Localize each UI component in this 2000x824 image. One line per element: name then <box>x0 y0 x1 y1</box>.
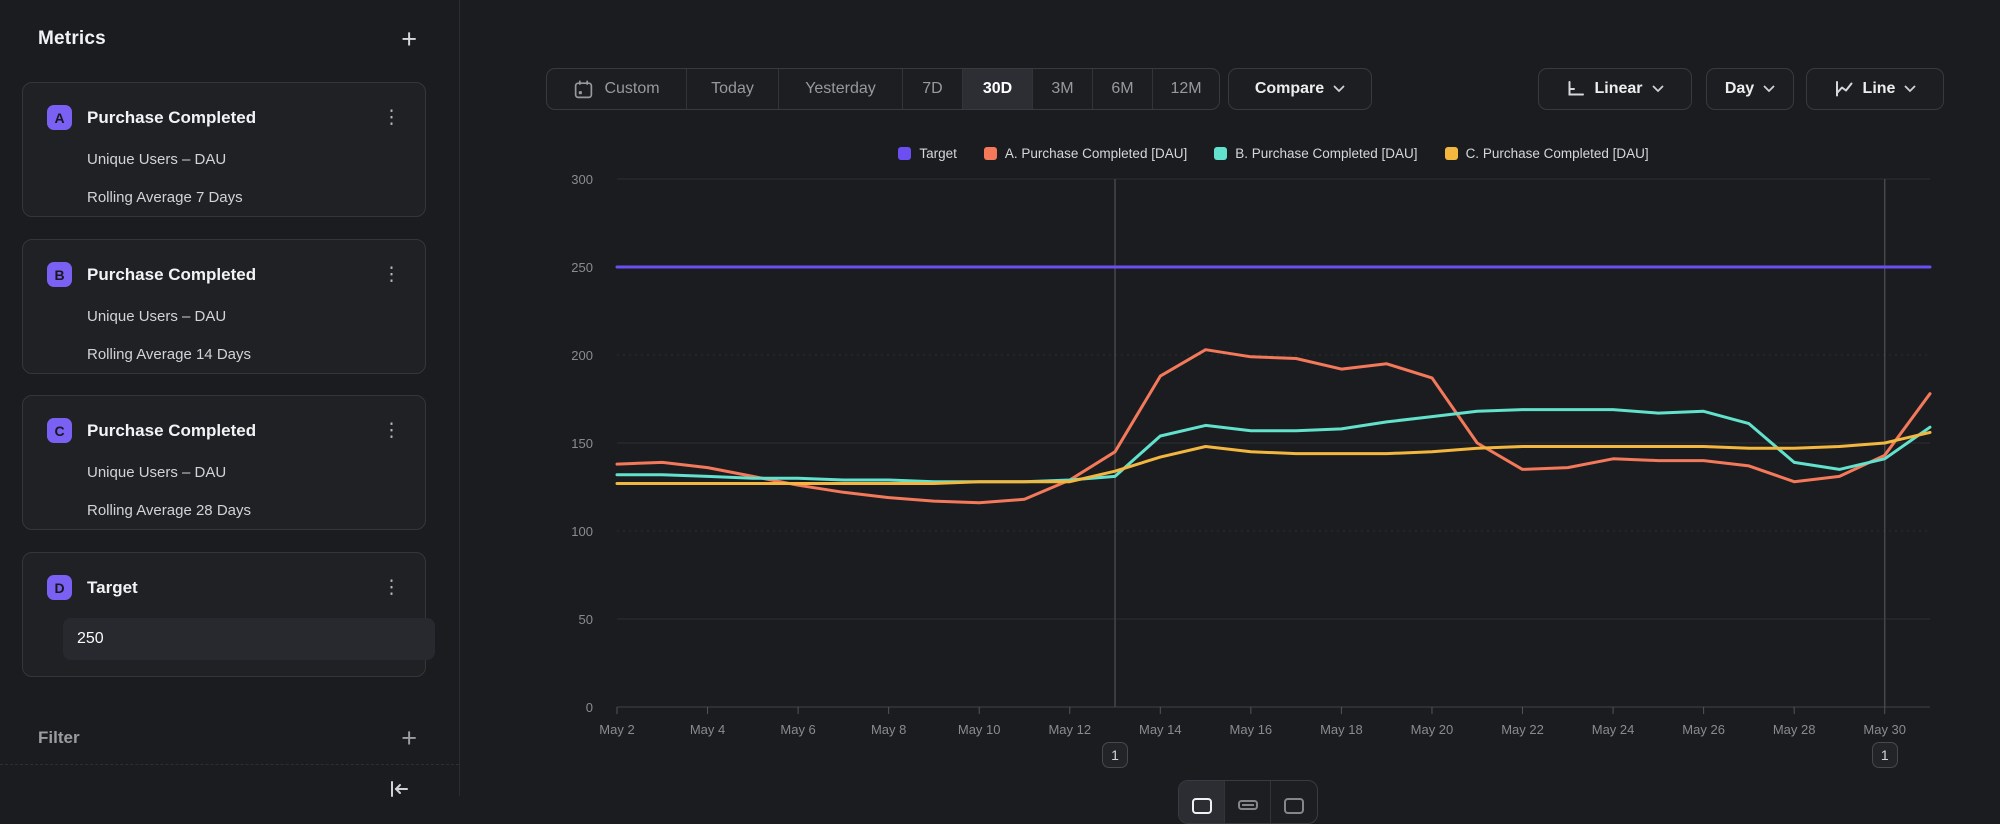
panel-outline-icon <box>1283 797 1305 815</box>
panel-large-icon <box>1191 797 1213 815</box>
metrics-header: Metrics + <box>38 28 419 50</box>
display-mode-chart-button[interactable] <box>1179 781 1225 823</box>
add-metric-button[interactable]: + <box>399 29 419 49</box>
add-filter-button[interactable]: + <box>399 728 419 748</box>
target-card[interactable]: D Target ⋮ <box>22 552 426 677</box>
x-tick-label: May 18 <box>1320 722 1363 737</box>
x-tick-label: May 20 <box>1411 722 1454 737</box>
x-tick-label: May 28 <box>1773 722 1816 737</box>
metric-transform: Rolling Average 7 Days <box>87 189 405 206</box>
annotation-badge[interactable]: 1 <box>1102 742 1128 768</box>
metrics-sidebar: Metrics + A Purchase Completed ⋮ Unique … <box>0 0 460 796</box>
kebab-menu-icon[interactable]: ⋮ <box>378 108 405 127</box>
y-tick-label: 100 <box>571 524 593 539</box>
x-tick-label: May 12 <box>1048 722 1091 737</box>
metric-badge-b: B <box>47 262 72 287</box>
series-line-bpurchasecom <box>617 410 1930 482</box>
y-tick-label: 200 <box>571 348 593 363</box>
metric-card-head: A Purchase Completed ⋮ <box>47 105 405 130</box>
y-tick-label: 0 <box>586 700 593 715</box>
target-title: Target <box>87 578 378 598</box>
x-tick-label: May 8 <box>871 722 906 737</box>
filter-section: Filter + <box>38 728 419 748</box>
x-tick-label: May 26 <box>1682 722 1725 737</box>
metric-transform: Rolling Average 14 Days <box>87 346 405 363</box>
x-tick-label: May 14 <box>1139 722 1182 737</box>
x-tick-label: May 22 <box>1501 722 1544 737</box>
display-mode-table-button[interactable] <box>1271 781 1317 823</box>
target-value-input[interactable] <box>63 618 435 660</box>
metric-title: Purchase Completed <box>87 265 378 285</box>
metrics-title: Metrics <box>38 28 106 50</box>
kebab-menu-icon[interactable]: ⋮ <box>378 578 405 597</box>
x-tick-label: May 16 <box>1230 722 1273 737</box>
metric-card-b[interactable]: B Purchase Completed ⋮ Unique Users – DA… <box>22 239 426 374</box>
x-tick-label: May 6 <box>780 722 815 737</box>
metric-title: Purchase Completed <box>87 108 378 128</box>
x-tick-label: May 30 <box>1863 722 1906 737</box>
y-tick-label: 150 <box>571 436 593 451</box>
metric-measure: Unique Users – DAU <box>87 464 405 481</box>
chart-display-toggle <box>1178 780 1318 824</box>
display-mode-split-button[interactable] <box>1225 781 1271 823</box>
target-card-head: D Target ⋮ <box>47 575 405 600</box>
series-line-cpurchasecom <box>617 432 1930 483</box>
plus-icon: + <box>401 24 417 54</box>
x-tick-label: May 2 <box>599 722 634 737</box>
metric-measure: Unique Users – DAU <box>87 151 405 168</box>
metric-badge-d: D <box>47 575 72 600</box>
y-tick-label: 300 <box>571 172 593 187</box>
sidebar-divider <box>0 764 459 765</box>
metric-title: Purchase Completed <box>87 421 378 441</box>
panel-collapsed-icon <box>1237 797 1259 815</box>
metric-card-a[interactable]: A Purchase Completed ⋮ Unique Users – DA… <box>22 82 426 217</box>
collapse-left-icon <box>386 776 412 802</box>
x-tick-label: May 10 <box>958 722 1001 737</box>
x-tick-label: May 4 <box>690 722 725 737</box>
metric-badge-c: C <box>47 418 72 443</box>
kebab-menu-icon[interactable]: ⋮ <box>378 265 405 284</box>
plus-icon: + <box>401 723 417 753</box>
y-tick-label: 50 <box>579 612 593 627</box>
metric-transform: Rolling Average 28 Days <box>87 502 405 519</box>
annotation-badge[interactable]: 1 <box>1872 742 1898 768</box>
kebab-menu-icon[interactable]: ⋮ <box>378 421 405 440</box>
metric-badge-a: A <box>47 105 72 130</box>
metric-measure: Unique Users – DAU <box>87 308 405 325</box>
metric-card-c[interactable]: C Purchase Completed ⋮ Unique Users – DA… <box>22 395 426 530</box>
app: { "sidebar": { "title": "Metrics", "filt… <box>0 0 2000 796</box>
collapse-sidebar-button[interactable] <box>386 776 412 805</box>
y-tick-label: 250 <box>571 260 593 275</box>
chart-svg: 0 50 100 150 200 250 300 May 2 May 4 May 6 May 8 Ma… <box>460 0 2000 796</box>
x-tick-label: May 24 <box>1592 722 1635 737</box>
metric-card-head: C Purchase Completed ⋮ <box>47 418 405 443</box>
filter-title: Filter <box>38 728 80 748</box>
metric-card-head: B Purchase Completed ⋮ <box>47 262 405 287</box>
